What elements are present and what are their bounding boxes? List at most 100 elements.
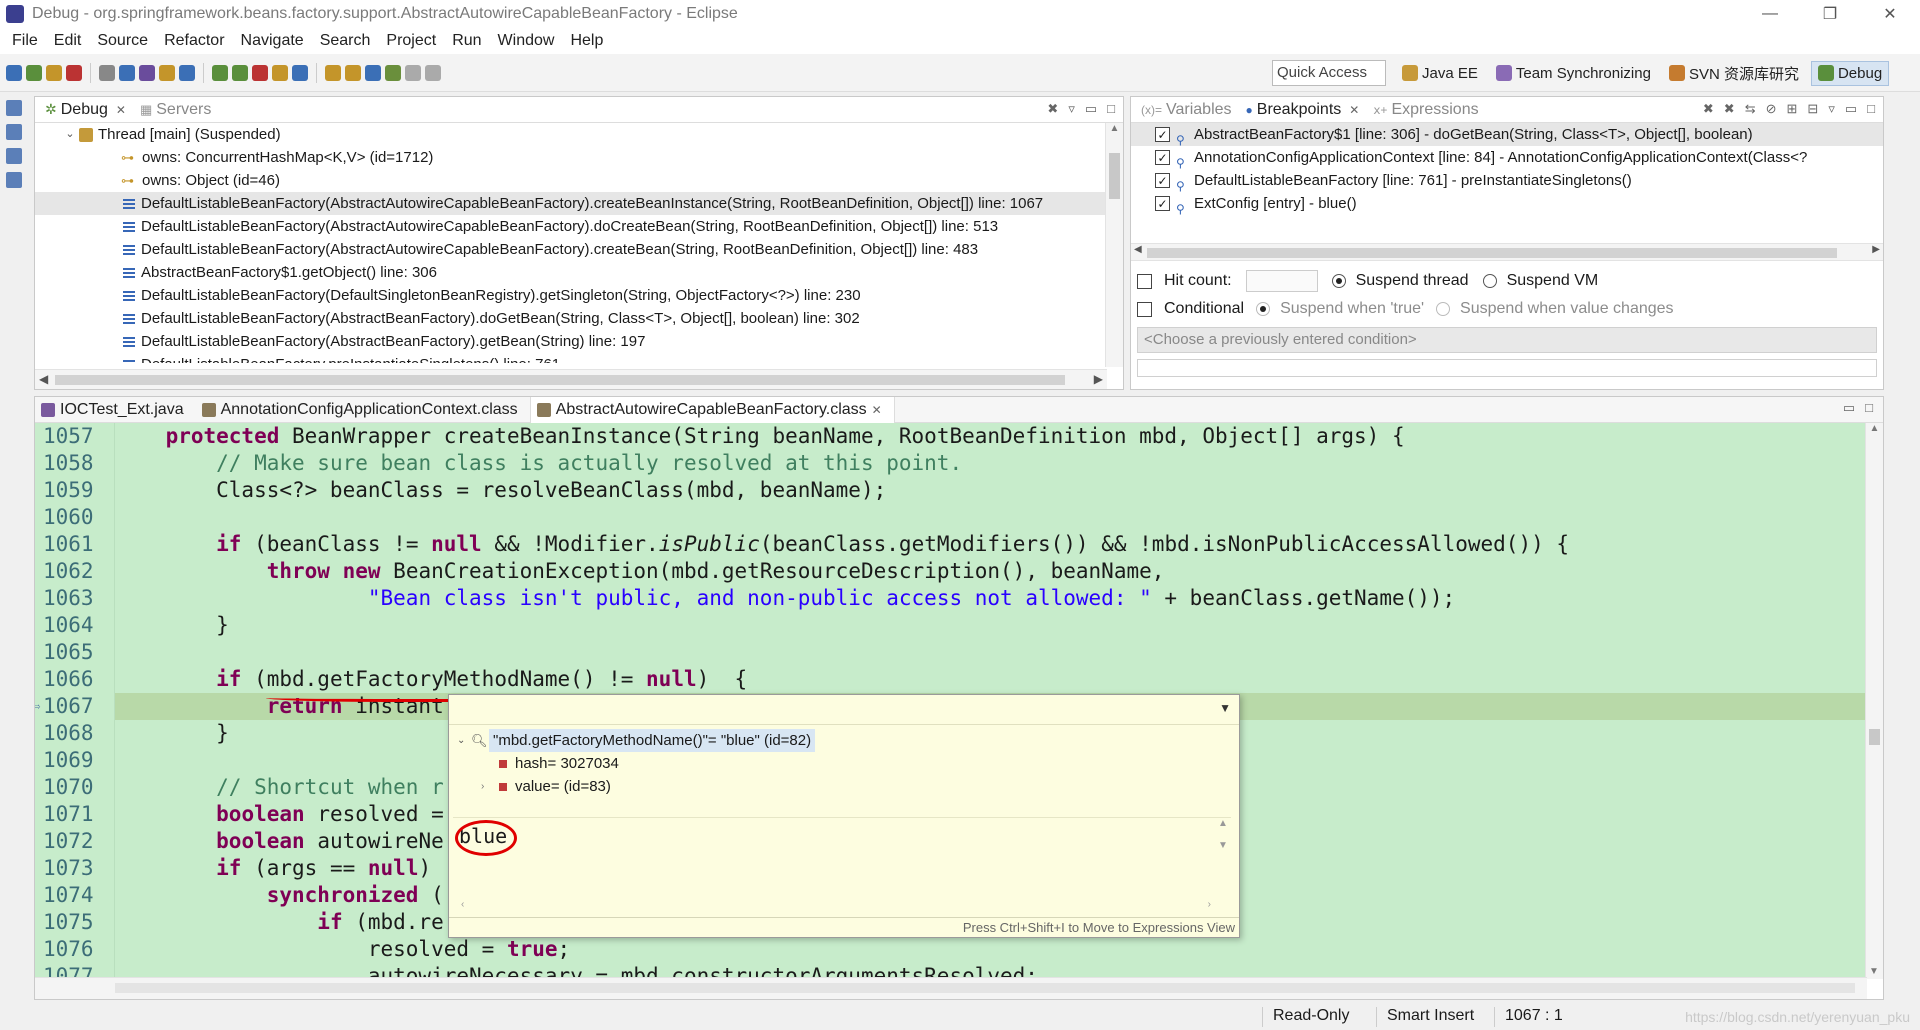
toolbar-button-icon[interactable] bbox=[232, 64, 248, 81]
scroll-left-icon[interactable]: ◀ bbox=[1134, 244, 1142, 255]
remove-terminated-icon[interactable]: ✖ bbox=[1047, 101, 1058, 117]
minimize-icon[interactable]: ▭ bbox=[1085, 101, 1097, 117]
toolbar-button-icon[interactable] bbox=[405, 64, 421, 81]
tab-breakpoints[interactable]: ● Breakpoints ✕ bbox=[1242, 97, 1370, 123]
maximize-icon[interactable]: □ bbox=[1867, 101, 1875, 117]
scroll-up-icon[interactable]: ▲ bbox=[1866, 423, 1883, 434]
menu-project[interactable]: Project bbox=[378, 32, 444, 50]
horizontal-scrollbar[interactable]: ◀ ▶ bbox=[1131, 243, 1883, 261]
suspend-thread-radio[interactable] bbox=[1331, 274, 1346, 288]
suspend-vm-radio[interactable] bbox=[1482, 274, 1497, 288]
breakpoint-row[interactable]: ✓ ⚲ ExtConfig [entry] - blue() bbox=[1131, 192, 1883, 216]
code-line[interactable]: 1059 Class<?> beanClass = resolveBeanCla… bbox=[35, 477, 1867, 504]
restore-button[interactable]: ❐ bbox=[1800, 0, 1860, 28]
toolbar-button-icon[interactable] bbox=[325, 64, 341, 81]
editor-tab[interactable]: AnnotationConfigApplicationContext.class bbox=[196, 397, 530, 423]
remove-breakpoint-icon[interactable]: ✖ bbox=[1703, 101, 1714, 117]
menu-navigate[interactable]: Navigate bbox=[233, 32, 312, 50]
view-menu-icon[interactable]: ▿ bbox=[1068, 101, 1075, 117]
perspective-team-synchronizing[interactable]: Team Synchronizing bbox=[1490, 62, 1657, 85]
toolbar-button-icon[interactable] bbox=[46, 64, 62, 81]
tab-debug[interactable]: ✲ Debug ✕ bbox=[41, 97, 136, 123]
maximize-icon[interactable]: □ bbox=[1865, 400, 1873, 416]
toolbar-button-icon[interactable] bbox=[66, 64, 82, 81]
link-icon[interactable]: ⇆ bbox=[1745, 101, 1756, 117]
code-line[interactable]: 1063 "Bean class isn't public, and non-p… bbox=[35, 585, 1867, 612]
expand-all-icon[interactable]: ⊞ bbox=[1787, 101, 1798, 117]
stack-frame-row[interactable]: DefaultListableBeanFactory.preInstantiat… bbox=[35, 353, 1123, 363]
view-menu-icon[interactable]: ▿ bbox=[1828, 101, 1835, 117]
insert-mode-status[interactable]: Smart Insert bbox=[1376, 1007, 1474, 1027]
close-icon[interactable]: ✕ bbox=[872, 403, 882, 417]
breakpoint-enabled-checkbox[interactable]: ✓ bbox=[1155, 196, 1170, 211]
code-line[interactable]: 1065 bbox=[35, 639, 1867, 666]
breakpoint-enabled-checkbox[interactable]: ✓ bbox=[1155, 127, 1170, 142]
scroll-thumb[interactable] bbox=[1109, 153, 1120, 199]
collapse-icon[interactable]: ⌄ bbox=[457, 729, 471, 752]
inspect-detail-pane[interactable]: blue ▲ ▼ bbox=[453, 817, 1231, 881]
toolbar-button-icon[interactable] bbox=[292, 64, 308, 81]
toolbar-button-icon[interactable] bbox=[345, 64, 361, 81]
scroll-up-icon[interactable]: ▲ bbox=[1106, 123, 1123, 134]
breakpoint-enabled-checkbox[interactable]: ✓ bbox=[1155, 150, 1170, 165]
tab-servers[interactable]: ▦ Servers bbox=[136, 97, 221, 123]
scroll-down-icon[interactable]: ▼ bbox=[1866, 966, 1882, 977]
perspective-java-ee[interactable]: Java EE bbox=[1396, 62, 1484, 85]
close-button[interactable]: ✕ bbox=[1860, 0, 1920, 28]
menu-edit[interactable]: Edit bbox=[46, 32, 90, 50]
toolbar-button-icon[interactable] bbox=[252, 64, 268, 81]
minimize-icon[interactable]: ▭ bbox=[1843, 400, 1855, 416]
remove-all-icon[interactable]: ✖ bbox=[1724, 101, 1735, 117]
quick-access-input[interactable]: Quick Access bbox=[1272, 60, 1386, 86]
scroll-thumb[interactable] bbox=[1147, 248, 1837, 258]
toolbar-button-icon[interactable] bbox=[425, 64, 441, 81]
toolbar-button-icon[interactable] bbox=[139, 64, 155, 81]
menu-help[interactable]: Help bbox=[562, 32, 611, 50]
expand-icon[interactable]: › bbox=[481, 775, 499, 798]
vertical-scrollbar[interactable]: ▲ bbox=[1105, 123, 1123, 367]
hit-count-checkbox[interactable] bbox=[1137, 273, 1152, 289]
stack-frame-row[interactable]: DefaultListableBeanFactory(DefaultSingle… bbox=[35, 284, 1123, 307]
trim-icon[interactable] bbox=[6, 124, 22, 140]
menu-search[interactable]: Search bbox=[312, 32, 379, 50]
perspective-svn-[interactable]: SVN 资源库研究 bbox=[1663, 60, 1805, 87]
tab-variables[interactable]: (x)= Variables bbox=[1137, 97, 1242, 123]
code-line[interactable]: 1062 throw new BeanCreationException(mbd… bbox=[35, 558, 1867, 585]
collapse-icon[interactable]: ⌄ bbox=[63, 123, 77, 146]
scroll-right-icon[interactable]: ▶ bbox=[1094, 372, 1103, 386]
menu-refactor[interactable]: Refactor bbox=[156, 32, 232, 50]
stack-frame-row[interactable]: DefaultListableBeanFactory(AbstractBeanF… bbox=[35, 307, 1123, 330]
code-line[interactable]: 1057 protected BeanWrapper createBeanIns… bbox=[35, 423, 1867, 450]
perspective-debug[interactable]: Debug bbox=[1810, 60, 1890, 86]
skip-icon[interactable]: ⊘ bbox=[1766, 101, 1777, 117]
trim-icon[interactable] bbox=[6, 172, 22, 188]
breakpoint-row[interactable]: ✓ ⚲ AbstractBeanFactory$1 [line: 306] - do… bbox=[1131, 123, 1883, 147]
trim-icon[interactable] bbox=[6, 148, 22, 164]
chevron-down-icon[interactable]: ▼ bbox=[1219, 701, 1231, 715]
toolbar-button-icon[interactable] bbox=[212, 64, 228, 81]
menu-window[interactable]: Window bbox=[490, 32, 563, 50]
thread-row[interactable]: ⌄ Thread [main] (Suspended) bbox=[35, 123, 1123, 146]
code-line[interactable]: 1061 if (beanClass != null && !Modifier.… bbox=[35, 531, 1867, 558]
toolbar-button-icon[interactable] bbox=[272, 64, 288, 81]
scroll-left-icon[interactable]: ◀ bbox=[39, 372, 48, 386]
scroll-right-icon[interactable]: ▶ bbox=[1872, 244, 1880, 255]
toolbar-button-icon[interactable] bbox=[179, 64, 195, 81]
menu-file[interactable]: File bbox=[4, 32, 46, 50]
vertical-scrollbar[interactable]: ▲ ▼ bbox=[1865, 423, 1883, 979]
breakpoint-enabled-checkbox[interactable]: ✓ bbox=[1155, 173, 1170, 188]
menu-source[interactable]: Source bbox=[89, 32, 156, 50]
horizontal-scrollbar[interactable] bbox=[35, 977, 1867, 999]
close-icon[interactable]: ✕ bbox=[1349, 103, 1359, 117]
editor-tab[interactable]: IOCTest_Ext.java bbox=[35, 397, 196, 423]
condition-history-combo[interactable]: <Choose a previously entered condition> bbox=[1137, 327, 1877, 353]
inspect-child-row[interactable]: › value= (id=83) bbox=[449, 775, 1239, 798]
code-line[interactable]: 1064 } bbox=[35, 612, 1867, 639]
toolbar-button-icon[interactable] bbox=[385, 64, 401, 81]
conditional-checkbox[interactable] bbox=[1137, 301, 1152, 317]
horizontal-scrollbar[interactable]: ◀ ▶ bbox=[35, 369, 1107, 389]
toolbar-button-icon[interactable] bbox=[6, 64, 22, 81]
detail-scrollbar[interactable]: ▲ ▼ bbox=[1215, 818, 1231, 864]
stack-frame-row[interactable]: DefaultListableBeanFactory(AbstractAutow… bbox=[35, 215, 1123, 238]
suspend-when-true-radio[interactable] bbox=[1256, 302, 1271, 316]
